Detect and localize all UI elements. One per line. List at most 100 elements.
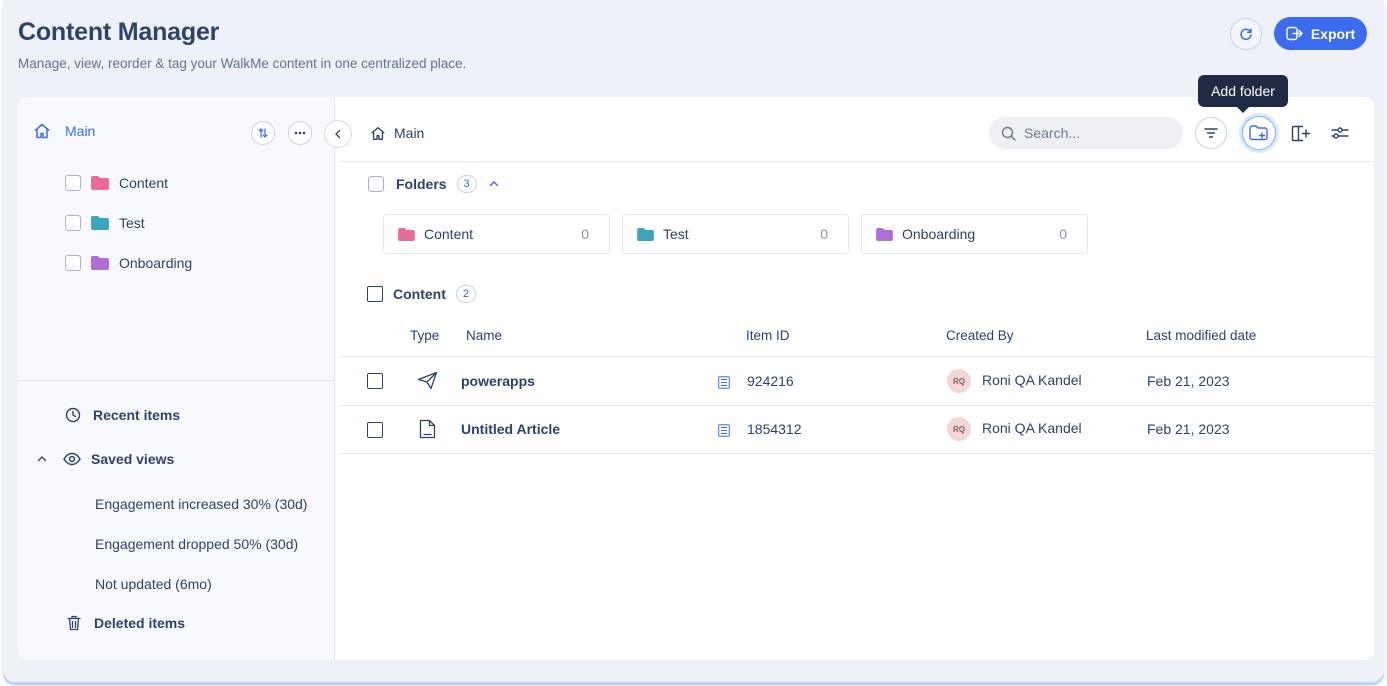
folder-card-name: Test: [663, 226, 689, 242]
sidebar-folder-test[interactable]: Test: [65, 213, 145, 233]
column-header-item-id[interactable]: Item ID: [746, 328, 790, 343]
chevron-up-icon: [37, 456, 47, 462]
folder-icon: [91, 256, 109, 270]
document-icon: [419, 419, 436, 439]
row-item-id: 1854312: [747, 421, 802, 437]
breadcrumb[interactable]: Main: [370, 125, 424, 141]
avatar: RQ: [947, 369, 971, 393]
search-icon: [1001, 126, 1016, 141]
folders-section-label: Folders: [396, 176, 447, 192]
folder-card-onboarding[interactable]: Onboarding 0: [861, 214, 1088, 254]
folder-sidebar: Main Content Test Onboarding Recent item…: [18, 97, 335, 660]
content-card: Main Content Test Onboarding Recent item…: [18, 97, 1374, 660]
sidebar-divider: [18, 380, 335, 381]
column-header-last-modified[interactable]: Last modified date: [1146, 328, 1256, 343]
eye-icon: [63, 452, 81, 466]
saved-view-item[interactable]: Engagement dropped 50% (30d): [95, 536, 298, 552]
export-icon: [1286, 26, 1303, 41]
folder-card-content[interactable]: Content 0: [383, 214, 610, 254]
add-folder-tooltip: Add folder: [1198, 75, 1288, 113]
row-divider: [340, 453, 1374, 454]
layout-plus-icon: [1291, 125, 1310, 141]
sidebar-root-main[interactable]: Main: [33, 123, 95, 139]
deleted-items-label: Deleted items: [94, 615, 186, 631]
folder-checkbox[interactable]: [65, 255, 81, 271]
folder-icon: [91, 216, 109, 230]
list-details-icon: [718, 424, 730, 437]
toolbar-divider: [340, 161, 1374, 162]
clock-icon: [65, 407, 81, 423]
more-horizontal-icon: [294, 131, 306, 135]
saved-view-item[interactable]: Engagement increased 30% (30d): [95, 496, 307, 512]
collapse-sidebar-button[interactable]: [324, 120, 352, 148]
folder-icon: [398, 227, 415, 241]
deleted-items-link[interactable]: Deleted items: [67, 615, 185, 631]
folders-section-header: Folders 3: [368, 175, 499, 193]
content-count-badge: 2: [455, 285, 476, 303]
filter-icon: [1204, 128, 1218, 138]
row-created-by: Roni QA Kandel: [982, 372, 1082, 388]
sort-button[interactable]: [251, 121, 275, 145]
add-folder-button[interactable]: [1242, 116, 1276, 150]
export-label: Export: [1310, 25, 1356, 42]
page-subtitle: Manage, view, reorder & tag your WalkMe …: [18, 56, 467, 71]
folder-card-name: Content: [424, 226, 474, 242]
sidebar-folder-onboarding[interactable]: Onboarding: [65, 253, 192, 273]
saved-views-toggle[interactable]: Saved views: [37, 451, 174, 467]
home-icon: [371, 126, 385, 140]
folder-label: Content: [119, 175, 169, 191]
paper-plane-icon: [417, 371, 438, 390]
refresh-button[interactable]: [1230, 18, 1262, 50]
row-name-link[interactable]: powerapps: [461, 373, 535, 389]
trash-icon: [67, 615, 81, 631]
row-checkbox[interactable]: [367, 373, 383, 389]
sort-icon: [258, 128, 268, 138]
folder-icon: [91, 176, 109, 190]
avatar: RQ: [947, 417, 971, 441]
add-column-button[interactable]: [1284, 117, 1316, 149]
refresh-icon: [1240, 28, 1252, 41]
folder-plus-icon: [1249, 125, 1268, 141]
folders-count-badge: 3: [456, 175, 477, 193]
folder-checkbox[interactable]: [65, 175, 81, 191]
column-header-created-by[interactable]: Created By: [946, 328, 1014, 343]
row-name-link[interactable]: Untitled Article: [461, 421, 560, 437]
folder-card-name: Onboarding: [902, 226, 976, 242]
row-checkbox[interactable]: [367, 422, 383, 438]
folder-card-count: 0: [581, 226, 589, 242]
recent-items-link[interactable]: Recent items: [65, 407, 180, 423]
folder-card-count: 0: [1059, 226, 1067, 242]
sidebar-root-label: Main: [65, 123, 96, 139]
content-select-all-checkbox[interactable]: [367, 286, 383, 302]
column-header-name[interactable]: Name: [466, 328, 502, 343]
chevron-up-icon[interactable]: [489, 180, 499, 188]
more-options-button[interactable]: [288, 121, 312, 145]
list-details-icon: [718, 376, 730, 389]
search-input[interactable]: [1024, 125, 1164, 141]
sidebar-folder-content[interactable]: Content: [65, 173, 168, 193]
app-frame: Content Manager Manage, view, reorder & …: [3, 0, 1384, 682]
content-pane: Main Search... Folders 3 Content 0 Test …: [336, 97, 1374, 660]
settings-sliders-button[interactable]: [1324, 117, 1356, 149]
search-box[interactable]: [989, 117, 1183, 149]
table-row[interactable]: Untitled Article 1854312 RQ Roni QA Kand…: [340, 406, 1374, 453]
folder-card-test[interactable]: Test 0: [622, 214, 849, 254]
content-section-label: Content: [393, 286, 446, 302]
filter-button[interactable]: [1195, 117, 1227, 149]
folder-label: Test: [119, 215, 145, 231]
row-created-by: Roni QA Kandel: [982, 420, 1082, 436]
saved-view-item[interactable]: Not updated (6mo): [95, 576, 212, 592]
folders-select-all-checkbox[interactable]: [368, 176, 384, 192]
row-last-modified: Feb 21, 2023: [1147, 421, 1230, 437]
export-button[interactable]: Export: [1274, 17, 1367, 50]
folder-checkbox[interactable]: [65, 215, 81, 231]
breadcrumb-label: Main: [394, 125, 425, 141]
row-item-id: 924216: [747, 373, 794, 389]
column-header-type[interactable]: Type: [410, 328, 439, 343]
row-last-modified: Feb 21, 2023: [1147, 373, 1230, 389]
table-row[interactable]: powerapps 924216 RQ Roni QA Kandel Feb 2…: [340, 357, 1374, 405]
folder-icon: [637, 227, 654, 241]
chevron-left-icon: [335, 129, 341, 139]
folder-icon: [876, 227, 893, 241]
page-title: Content Manager: [18, 18, 220, 46]
